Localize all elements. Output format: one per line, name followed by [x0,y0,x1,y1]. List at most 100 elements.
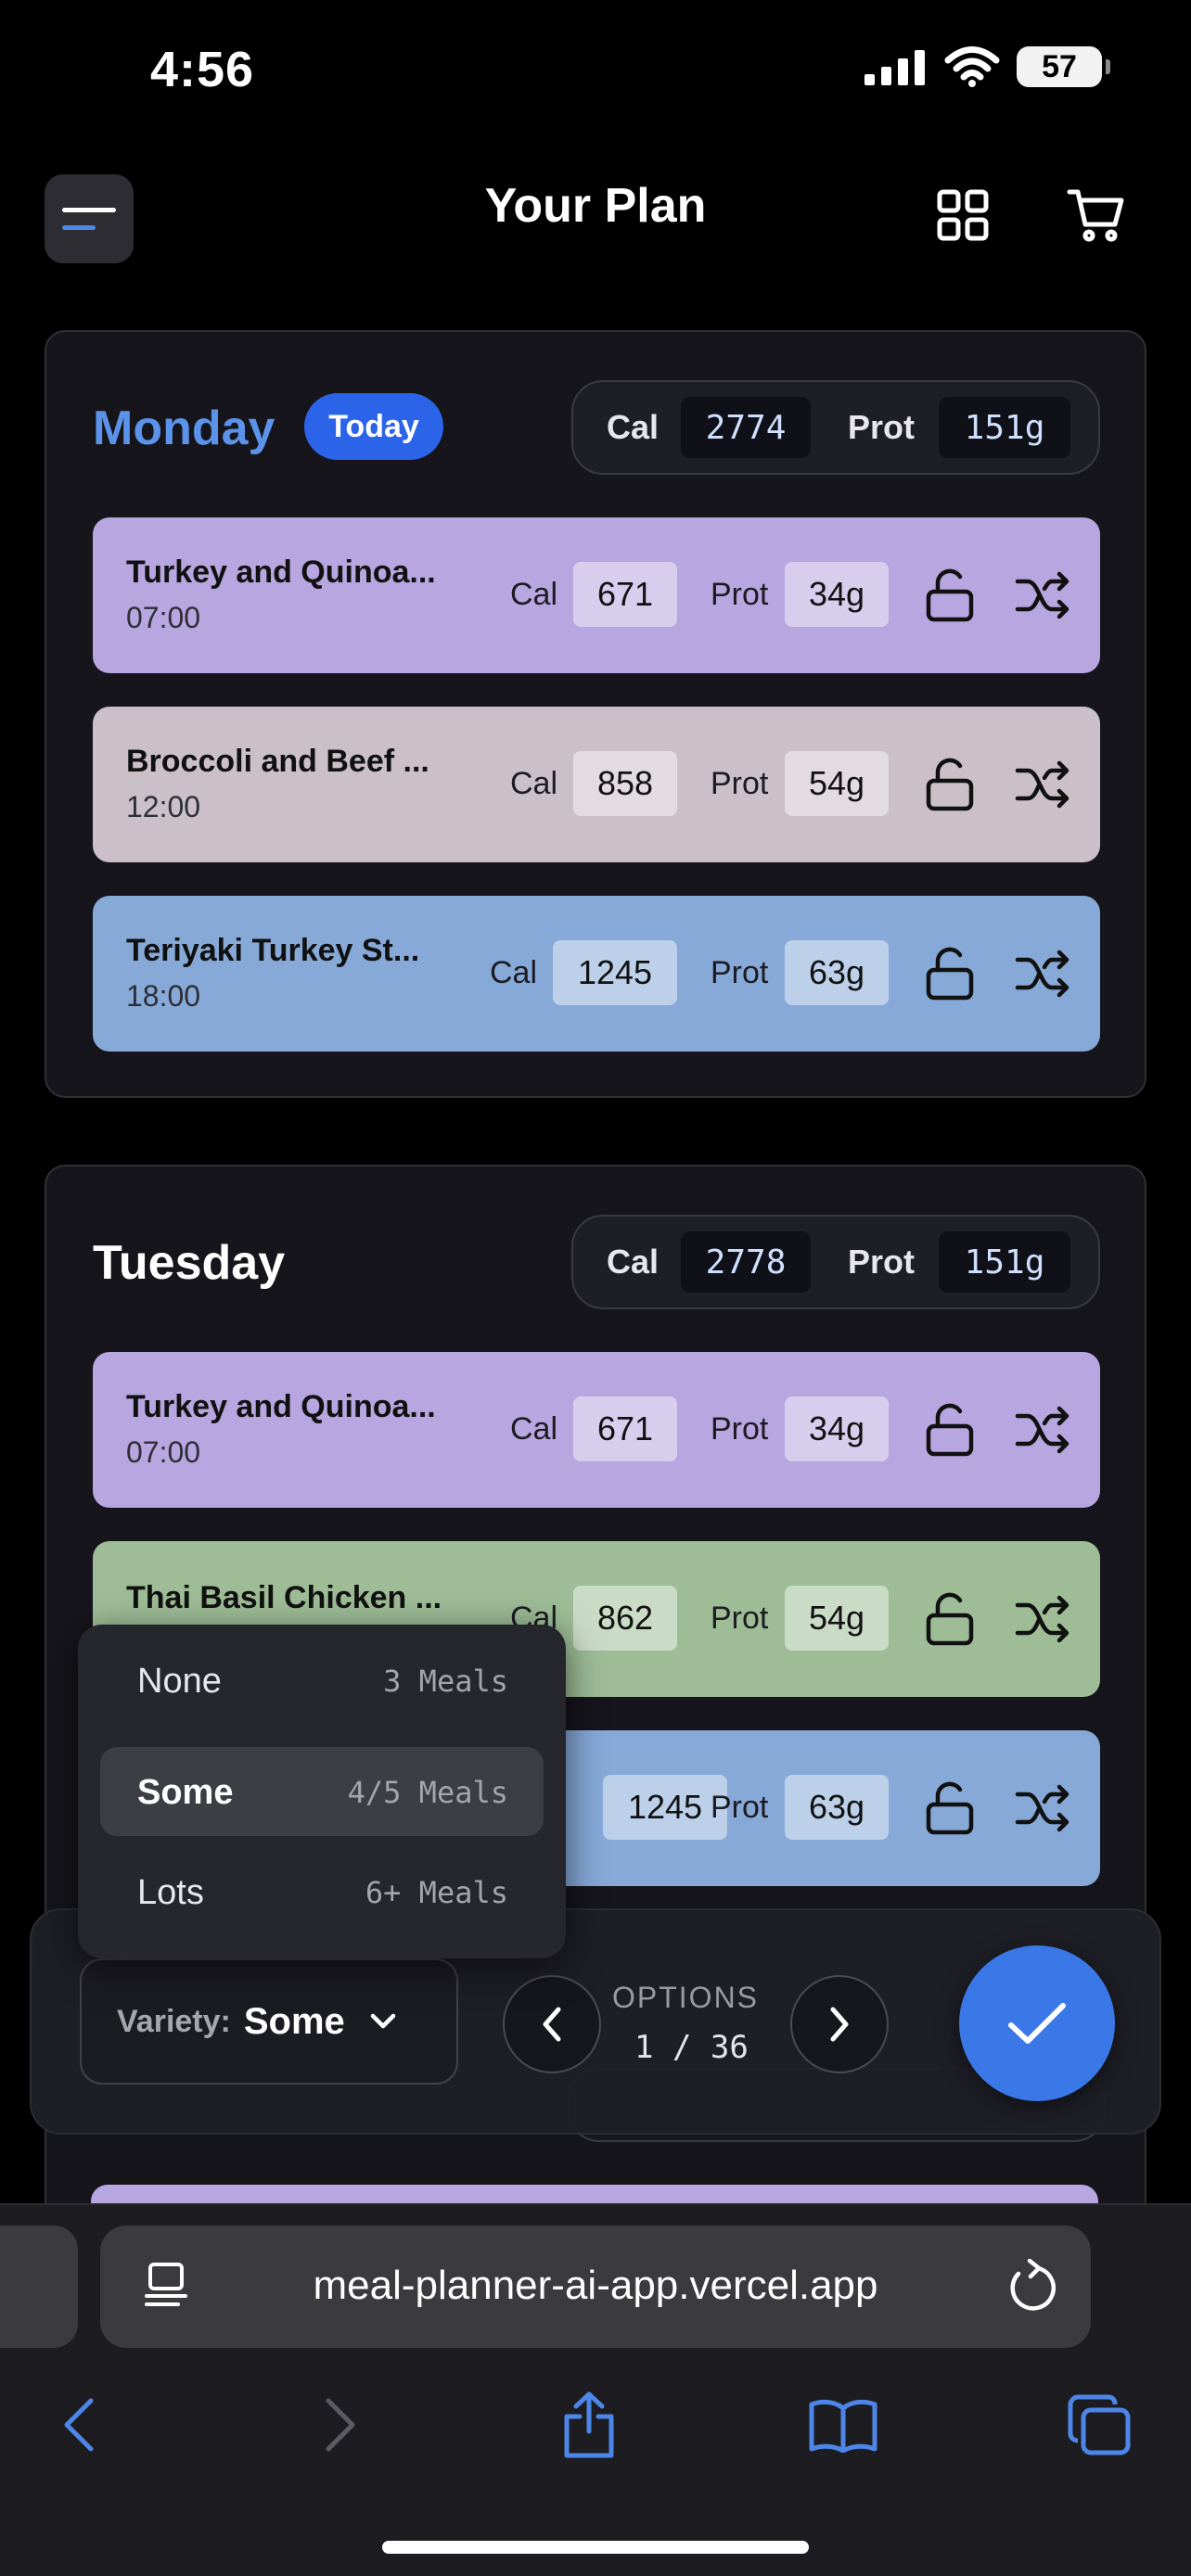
lock-open-icon [926,1592,974,1646]
meal-row[interactable]: Turkey and Quinoa... 07:00 Cal 671 Prot … [93,517,1100,673]
meal-time: 07:00 [126,1435,201,1469]
cart-icon [1067,189,1124,242]
lock-button[interactable] [922,567,978,623]
grid-view-button[interactable] [924,176,1002,254]
meal-name: Broccoli and Beef ... [126,744,429,779]
cal-label: Cal [490,955,538,990]
shuffle-icon [1015,1406,1069,1454]
tabs-button[interactable] [1057,2383,1141,2467]
cal-value: 671 [573,562,677,627]
prot-label: Prot [711,577,769,612]
total-cal-value: 2778 [681,1231,812,1293]
lock-open-icon [926,947,974,1001]
meal-row[interactable]: Turkey and Quinoa... 07:00 Cal 671 Prot … [93,1352,1100,1508]
variety-label: Variety: [117,2003,231,2039]
prot-label: Prot [711,766,769,801]
chevron-left-icon [543,2007,561,2042]
url-text: meal-planner-ai-app.vercel.app [313,2263,878,2308]
browser-toolbar: meal-planner-ai-app.vercel.app [0,2203,1191,2576]
share-icon [564,2391,614,2458]
reload-icon[interactable] [1005,2258,1057,2319]
cal-value: 1245 [603,1775,727,1840]
prot-value: 63g [785,1775,889,1840]
cal-label: Cal [510,577,558,612]
share-button[interactable] [547,2383,631,2467]
variety-option-label: Lots [137,1873,204,1912]
cal-value: 862 [573,1586,677,1651]
back-icon [64,2398,94,2452]
page-title: Your Plan [484,179,707,233]
prot-value: 54g [785,751,889,816]
cal-label: Cal [510,766,558,801]
shuffle-button[interactable] [1015,946,1070,1001]
next-option-button[interactable] [790,1975,889,2073]
forward-button[interactable] [299,2383,382,2467]
options-counter: 1 / 36 [634,2029,749,2066]
back-button[interactable] [37,2383,121,2467]
lock-open-icon [926,1781,974,1835]
forward-icon [326,2398,355,2452]
meal-row[interactable]: Broccoli and Beef ... 12:00 Cal 858 Prot… [93,707,1100,862]
lock-button[interactable] [922,757,978,812]
prot-label: Prot [711,955,769,990]
day-totals: Cal 2778 Prot 151g [571,1215,1100,1309]
shuffle-icon [1015,1784,1069,1832]
variety-option-none[interactable]: None 3 Meals [100,1636,544,1725]
cart-button[interactable] [1057,176,1135,254]
cal-value: 671 [573,1396,677,1461]
meal-time: 18:00 [126,979,201,1013]
total-prot-value: 151g [939,397,1071,458]
shuffle-button[interactable] [1015,757,1070,812]
variety-option-count: 4/5 Meals [347,1775,508,1810]
shuffle-icon [1015,571,1069,619]
variety-dropdown-menu: None 3 Meals Some 4/5 Meals Lots 6+ Meal… [78,1625,566,1958]
variety-select[interactable]: Variety: Some [80,1958,458,2085]
day-card-monday: Monday Today Cal 2774 Prot 151g Turkey a… [45,330,1146,1098]
cal-label: Cal [510,1411,558,1447]
lock-open-icon [926,758,974,811]
wifi-icon [944,46,1000,87]
day-title: Monday [93,402,275,455]
meal-row[interactable]: Teriyaki Turkey St... 18:00 Cal 1245 Pro… [93,896,1100,1052]
shuffle-icon [1015,760,1069,809]
address-bar[interactable]: meal-planner-ai-app.vercel.app [100,2225,1091,2348]
prot-value: 63g [785,940,889,1005]
shuffle-button[interactable] [1015,1780,1070,1836]
previous-option-button[interactable] [503,1975,601,2073]
prot-value: 54g [785,1586,889,1651]
cal-value: 858 [573,751,677,816]
meal-name: Teriyaki Turkey St... [126,933,420,968]
prot-label: Prot [711,1600,769,1636]
cal-value: 1245 [553,940,677,1005]
confirm-button[interactable] [959,1945,1115,2101]
prot-value: 34g [785,562,889,627]
day-totals: Cal 2774 Prot 151g [571,380,1100,475]
grid-icon [937,189,989,241]
variety-option-count: 3 Meals [383,1664,508,1699]
tabs-icon [1068,2394,1131,2455]
previous-tab-preview[interactable] [0,2225,78,2348]
meal-name: Thai Basil Chicken ... [126,1580,442,1615]
status-time: 4:56 [150,42,255,97]
shuffle-button[interactable] [1015,1402,1070,1458]
shuffle-icon [1015,950,1069,998]
total-cal-label: Cal [607,408,660,446]
cellular-signal-icon [864,50,925,85]
lock-button[interactable] [922,1402,978,1458]
prot-value: 34g [785,1396,889,1461]
variety-option-some[interactable]: Some 4/5 Meals [100,1747,544,1836]
total-prot-label: Prot [848,1243,916,1281]
shuffle-button[interactable] [1015,567,1070,623]
lock-button[interactable] [922,1780,978,1836]
shuffle-button[interactable] [1015,1591,1070,1647]
bookmarks-icon [809,2399,877,2453]
options-title: OPTIONS [612,1981,760,2014]
meal-time: 07:00 [126,601,201,634]
meal-time: 12:00 [126,790,201,823]
lock-button[interactable] [922,1591,978,1647]
bookmarks-button[interactable] [801,2383,885,2467]
variety-option-lots[interactable]: Lots 6+ Meals [100,1847,544,1936]
variety-option-count: 6+ Meals [365,1875,508,1910]
variety-option-label: Some [137,1773,234,1812]
lock-button[interactable] [922,946,978,1001]
